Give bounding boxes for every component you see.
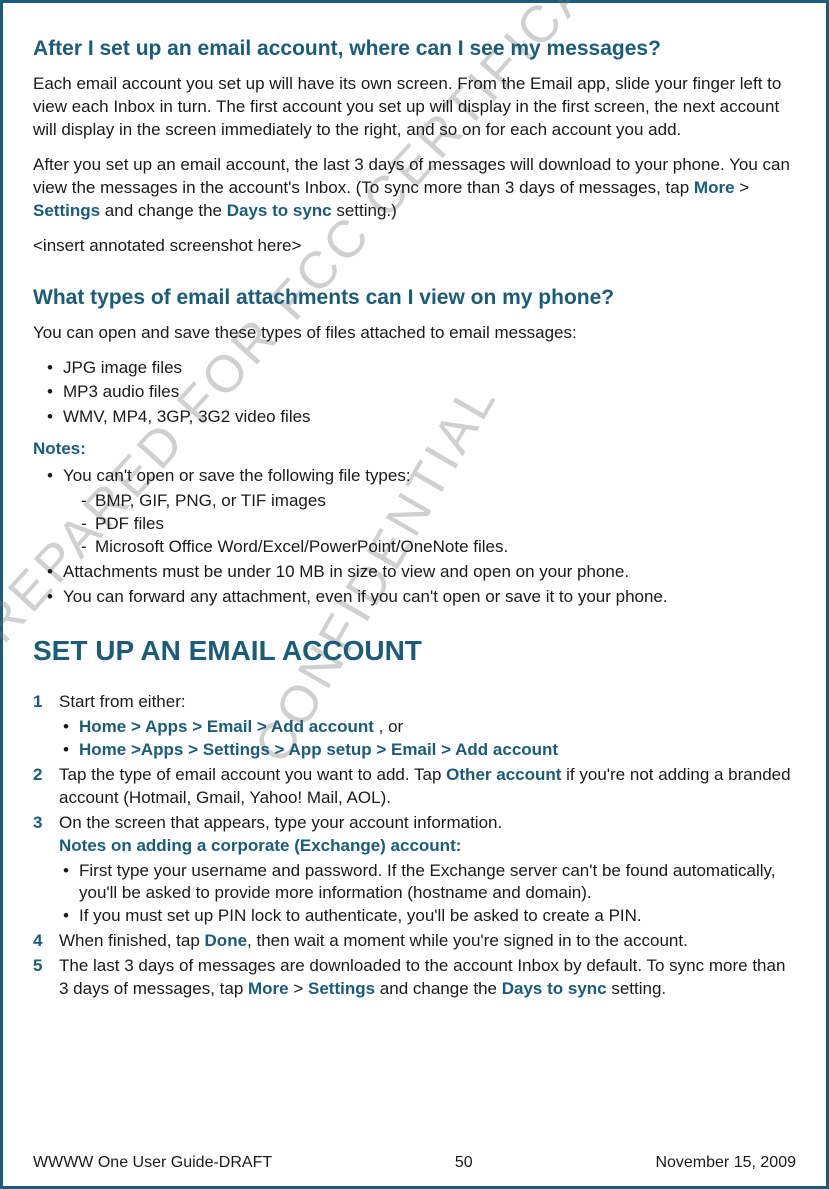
notes-label: Notes: [33, 439, 796, 459]
list-item: First type your username and password. I… [63, 860, 796, 906]
step2-text-a: Tap the type of email account you want t… [59, 765, 446, 784]
step4-text-a: When finished, tap [59, 931, 205, 950]
ui-ref-days-to-sync: Days to sync [227, 201, 332, 220]
screenshot-placeholder: <insert annotated screenshot here> [33, 235, 796, 258]
note1-lead: You can't open or save the following fil… [63, 466, 411, 485]
setup-steps-list: Start from either: Home > Apps > Email >… [33, 691, 796, 1001]
step5-text-b: and change the [375, 979, 502, 998]
list-item: Home > Apps > Email > Add account , or [63, 716, 796, 739]
list-item: If you must set up PIN lock to authentic… [63, 905, 796, 928]
note1-sublist: BMP, GIF, PNG, or TIF images PDF files M… [63, 490, 796, 559]
q2-notes-list: You can't open or save the following fil… [33, 465, 796, 609]
list-item: MP3 audio files [47, 381, 796, 404]
ui-ref-more: More [694, 178, 735, 197]
q1-p2-text-c: setting.) [332, 201, 397, 220]
q2-file-types-list: JPG image files MP3 audio files WMV, MP4… [33, 357, 796, 430]
section-heading: SET UP AN EMAIL ACCOUNT [33, 635, 796, 667]
step-5: The last 3 days of messages are download… [33, 955, 796, 1001]
q1-p2-text-a: After you set up an email account, the l… [33, 155, 790, 197]
footer-date: November 15, 2009 [655, 1154, 796, 1172]
ui-ref-more-2: More [248, 979, 289, 998]
footer-doc-title: WWWW One User Guide-DRAFT [33, 1154, 272, 1172]
step1-text: Start from either: [59, 692, 186, 711]
step1-options: Home > Apps > Email > Add account , or H… [59, 716, 796, 762]
list-item: Attachments must be under 10 MB in size … [47, 561, 796, 584]
step4-text-b: , then wait a moment while you're signed… [247, 931, 688, 950]
list-item: JPG image files [47, 357, 796, 380]
ui-ref-days-to-sync-2: Days to sync [502, 979, 607, 998]
list-item: You can't open or save the following fil… [47, 465, 796, 559]
list-item: WMV, MP4, 3GP, 3G2 video files [47, 406, 796, 429]
step3-notes-list: First type your username and password. I… [59, 860, 796, 929]
sep-gt-2: > [289, 979, 308, 998]
ui-ref-settings-2: Settings [308, 979, 375, 998]
list-item: Home >Apps > Settings > App setup > Emai… [63, 739, 796, 762]
step5-text-c: setting. [607, 979, 667, 998]
heading-q2: What types of email attachments can I vi… [33, 286, 796, 310]
page-footer: WWWW One User Guide-DRAFT 50 November 15… [33, 1154, 796, 1172]
step1-b1-tail: , or [374, 717, 403, 736]
q1-paragraph-1: Each email account you set up will have … [33, 73, 796, 142]
q1-p2-text-b: and change the [100, 201, 227, 220]
step3-notes-heading: Notes on adding a corporate (Exchange) a… [59, 836, 461, 855]
page-content: After I set up an email account, where c… [33, 37, 796, 1001]
step-1: Start from either: Home > Apps > Email >… [33, 691, 796, 762]
q2-intro: You can open and save these types of fil… [33, 322, 796, 345]
list-item: You can forward any attachment, even if … [47, 586, 796, 609]
ui-ref-settings: Settings [33, 201, 100, 220]
nav-path-1: Home > Apps > Email > Add account [79, 717, 374, 736]
heading-q1: After I set up an email account, where c… [33, 37, 796, 61]
list-item: Microsoft Office Word/Excel/PowerPoint/O… [81, 536, 796, 559]
step-2: Tap the type of email account you want t… [33, 764, 796, 810]
nav-path-2: Home >Apps > Settings > App setup > Emai… [79, 740, 558, 759]
step3-text: On the screen that appears, type your ac… [59, 813, 502, 832]
footer-page-number: 50 [455, 1154, 473, 1172]
q1-paragraph-2: After you set up an email account, the l… [33, 154, 796, 223]
step-4: When finished, tap Done, then wait a mom… [33, 930, 796, 953]
sep-gt-1: > [735, 178, 750, 197]
list-item: PDF files [81, 513, 796, 536]
ui-ref-done: Done [205, 931, 248, 950]
ui-ref-other-account: Other account [446, 765, 561, 784]
list-item: BMP, GIF, PNG, or TIF images [81, 490, 796, 513]
step-3: On the screen that appears, type your ac… [33, 812, 796, 929]
